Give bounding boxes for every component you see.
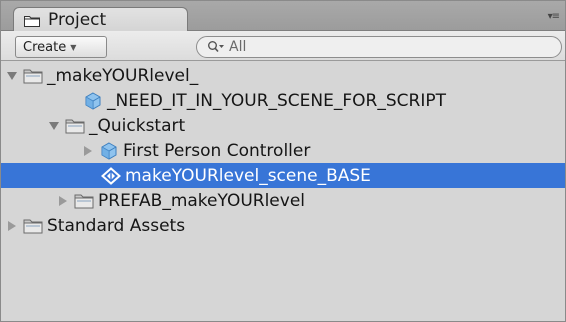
- toolbar: Create ▼: [1, 31, 565, 61]
- folder-icon: [74, 192, 94, 210]
- tree-item-label: First Person Controller: [123, 140, 311, 161]
- tree-item-first-person-controller[interactable]: First Person Controller: [1, 138, 565, 163]
- project-window: Project ▾≡ Create ▼ All _makeYOURlevel_ …: [0, 0, 566, 322]
- tab-project[interactable]: Project: [13, 7, 188, 32]
- folder-icon: [23, 217, 43, 235]
- tree-item-makeyourlevel-scene-base[interactable]: makeYOURlevel_scene_BASE: [1, 163, 565, 188]
- search-field[interactable]: [196, 36, 562, 58]
- expand-arrow-right-icon[interactable]: [81, 144, 95, 158]
- search-icon[interactable]: [207, 40, 225, 54]
- tree-item-need-it-in-your-scene[interactable]: _NEED_IT_IN_YOUR_SCENE_FOR_SCRIPT: [1, 88, 565, 113]
- tree-item-makeyourlevel[interactable]: _makeYOURlevel_: [1, 63, 565, 88]
- prefab-cube-icon: [83, 91, 103, 110]
- tree-item-quickstart[interactable]: _Quickstart: [1, 113, 565, 138]
- tree-item-label: _Quickstart: [89, 115, 186, 136]
- tab-project-label: Project: [48, 10, 107, 30]
- tree-item-label: _makeYOURlevel_: [47, 65, 199, 86]
- search-input[interactable]: [229, 39, 529, 55]
- tab-strip: Project ▾≡: [1, 1, 565, 32]
- expand-arrow-right-icon[interactable]: [5, 219, 19, 233]
- expand-arrow-down-icon[interactable]: [47, 119, 61, 133]
- create-button[interactable]: Create ▼: [15, 36, 107, 58]
- tree-item-label: Standard Assets: [47, 215, 186, 236]
- tree-item-label: PREFAB_makeYOURlevel: [98, 190, 306, 211]
- folder-icon: [23, 67, 43, 85]
- panel-menu-icon[interactable]: ▾≡: [548, 11, 560, 22]
- expand-arrow-right-icon[interactable]: [56, 194, 70, 208]
- tree-item-standard-assets[interactable]: Standard Assets: [1, 213, 565, 238]
- expand-arrow-down-icon[interactable]: [5, 69, 19, 83]
- prefab-cube-icon: [99, 141, 119, 160]
- unity-scene-icon: [101, 166, 121, 185]
- create-button-label: Create: [23, 39, 67, 55]
- folder-icon: [65, 117, 85, 135]
- folder-icon: [24, 15, 40, 27]
- chevron-down-icon: ▼: [70, 42, 77, 52]
- tree-item-label: _NEED_IT_IN_YOUR_SCENE_FOR_SCRIPT: [107, 90, 446, 111]
- tree-item-label: makeYOURlevel_scene_BASE: [125, 165, 371, 186]
- project-tree: _makeYOURlevel_ _NEED_IT_IN_YOUR_SCENE_F…: [1, 63, 565, 238]
- tree-item-prefab-makeyourlevel[interactable]: PREFAB_makeYOURlevel: [1, 188, 565, 213]
